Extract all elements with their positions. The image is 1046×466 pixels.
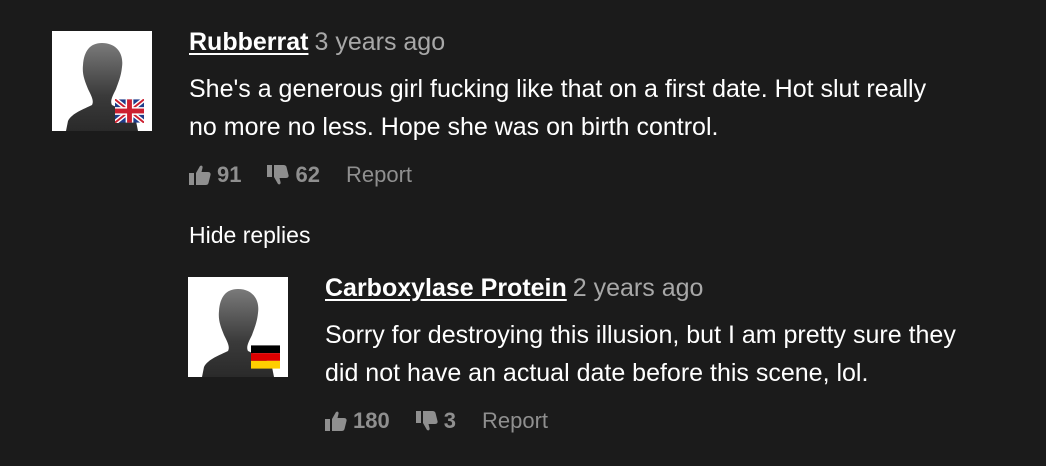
comment-header: Carboxylase Protein 2 years ago	[325, 274, 956, 302]
timestamp: 2 years ago	[572, 274, 704, 302]
thumbs-down-icon	[267, 165, 290, 185]
avatar[interactable]	[188, 277, 288, 377]
like-button[interactable]: 91	[189, 162, 241, 188]
comment-actions: 91 62 Report	[189, 162, 926, 188]
comment: Rubberrat 3 years ago She's a generous gi…	[0, 0, 1046, 220]
dislike-count: 62	[295, 162, 320, 187]
timestamp: 3 years ago	[314, 28, 446, 56]
like-count: 180	[353, 408, 390, 433]
uk-flag-icon	[115, 99, 144, 123]
comment-header: Rubberrat 3 years ago	[189, 28, 926, 56]
report-link[interactable]: Report	[346, 162, 412, 188]
dislike-count: 3	[443, 408, 456, 433]
avatar[interactable]	[52, 31, 152, 131]
report-link[interactable]: Report	[482, 408, 548, 434]
comment-text: She's a generous girl fucking like that …	[189, 70, 926, 146]
thumbs-up-icon	[189, 165, 211, 185]
thumbs-up-icon	[325, 411, 347, 431]
like-count: 91	[217, 162, 242, 187]
like-button[interactable]: 180	[325, 408, 390, 434]
comment-actions: 180 3 Report	[325, 408, 956, 434]
comment-text-line: did not have an actual date before this …	[325, 359, 869, 387]
germany-flag-icon	[251, 345, 280, 369]
comment-text-line: no more no less. Hope she was on birth c…	[189, 113, 719, 141]
reply-comment: Carboxylase Protein 2 years ago Sorry for…	[0, 250, 1046, 466]
comment-body: Rubberrat 3 years ago She's a generous gi…	[189, 28, 926, 188]
reply-body: Carboxylase Protein 2 years ago Sorry for…	[325, 274, 956, 434]
comment-text-line: Sorry for destroying this illusion, but …	[325, 321, 956, 349]
username-link[interactable]: Rubberrat	[189, 28, 308, 56]
thumbs-down-icon	[415, 411, 438, 431]
comment-text: Sorry for destroying this illusion, but …	[325, 316, 956, 392]
comment-text-line: She's a generous girl fucking like that …	[189, 75, 927, 103]
dislike-button[interactable]: 3	[415, 408, 456, 434]
hide-replies-link[interactable]: Hide replies	[189, 222, 310, 249]
dislike-button[interactable]: 62	[267, 162, 320, 188]
username-link[interactable]: Carboxylase Protein	[325, 274, 567, 302]
